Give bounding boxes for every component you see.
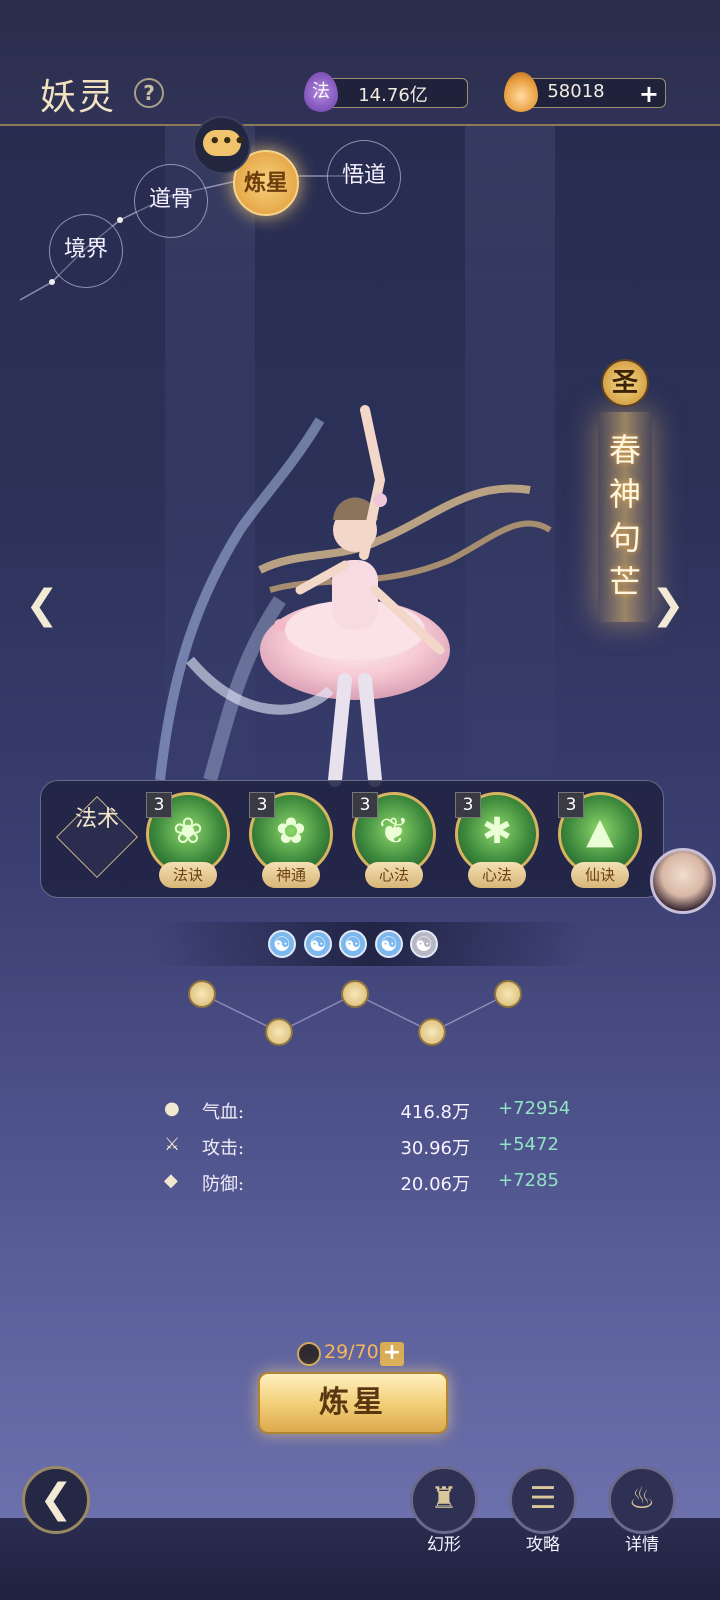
shield-icon: ◆ [164,1170,178,1191]
stat-bonus: +5472 [498,1134,559,1155]
cauldron-icon: ♨ [628,1481,656,1516]
star-node[interactable] [265,1018,293,1046]
sword-icon: ⚔ [164,1134,181,1155]
guide-button[interactable]: ☰ [509,1466,577,1534]
details-button[interactable]: ♨ [608,1466,676,1534]
stat-row-attack: ⚔ 攻击: 30.96万 +5472 [160,1132,580,1162]
stat-label: 攻击: [202,1138,245,1159]
details-label: 详情 [625,1535,659,1555]
guide-label: 攻略 [526,1535,560,1555]
stat-row-defense: ◆ 防御: 20.06万 +7285 [160,1168,580,1198]
star-node[interactable] [494,980,522,1008]
star-stone-icon [297,1342,321,1366]
stat-value: 416.8万 [400,1102,470,1123]
star-counter: 29/70 [324,1341,379,1363]
robe-icon: ♜ [430,1481,458,1516]
stat-label: 防御: [202,1174,245,1195]
star-node[interactable] [341,980,369,1008]
star-node[interactable] [188,980,216,1008]
stat-value: 30.96万 [400,1138,470,1159]
stat-bonus: +7285 [498,1170,559,1191]
drop-icon: ● [164,1098,180,1119]
star-node[interactable] [418,1018,446,1046]
transform-button[interactable]: ♜ [410,1466,478,1534]
add-star-stone-button[interactable]: + [380,1342,404,1366]
stat-value: 20.06万 [400,1174,470,1195]
refine-star-button[interactable]: 炼星 [258,1372,448,1434]
scroll-icon: ☰ [529,1481,557,1516]
stat-label: 气血: [202,1102,245,1123]
stat-bonus: +72954 [498,1098,571,1119]
back-button[interactable]: ❮ [22,1466,90,1534]
transform-label: 幻形 [427,1535,461,1555]
stat-row-hp: ● 气血: 416.8万 +72954 [160,1096,580,1126]
star-node-lines [201,993,509,1033]
